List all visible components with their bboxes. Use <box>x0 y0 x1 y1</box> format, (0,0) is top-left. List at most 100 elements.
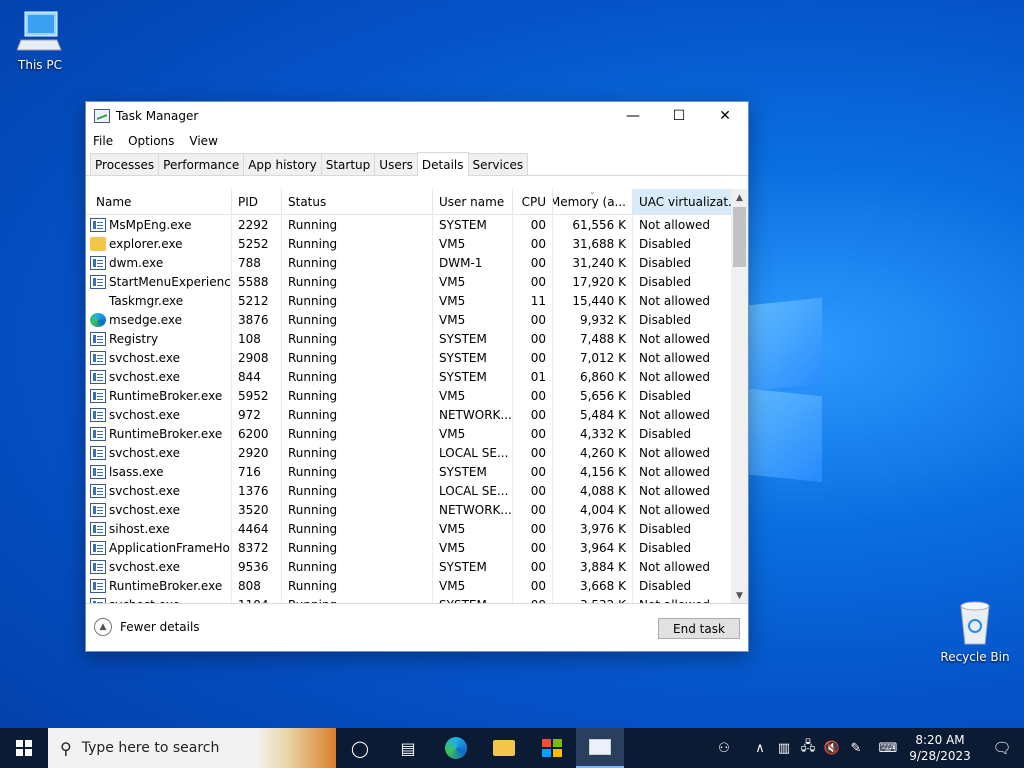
cell-uac-virtualization: Not allowed <box>639 464 711 479</box>
network-icon[interactable]: 🖧 <box>796 737 820 759</box>
taskbar-edge[interactable] <box>432 728 480 768</box>
column-header-pid[interactable]: PID <box>232 189 282 214</box>
table-row[interactable]: svchost.exe 2920 Running LOCAL SE... 00 4,260… <box>86 443 748 462</box>
clock[interactable]: 8:20 AM 9/28/2023 <box>900 732 980 764</box>
vertical-scrollbar[interactable]: ▲ ▼ <box>731 189 748 603</box>
desktop-icon-recycle-bin[interactable]: Recycle Bin <box>935 600 1015 664</box>
scroll-down-arrow-icon[interactable]: ▼ <box>731 587 748 603</box>
pen-icon[interactable]: ✎ <box>844 741 868 756</box>
service-icon <box>90 445 106 460</box>
cell-name: svchost.exe <box>86 557 232 576</box>
start-button[interactable] <box>0 728 48 768</box>
cell-user-name: DWM-1 <box>433 253 513 272</box>
table-row[interactable]: svchost.exe 9536 Running SYSTEM 00 3,884 K Not… <box>86 557 748 576</box>
table-row[interactable]: RuntimeBroker.exe 808 Running VM5 00 3,668 K D… <box>86 576 748 595</box>
people-icon[interactable]: ⚇ <box>712 741 736 756</box>
cell-user-name: SYSTEM <box>433 367 513 386</box>
table-row[interactable]: Taskmgr.exe 5212 Running VM5 11 15,440 K Not a… <box>86 291 748 310</box>
tab-app-history[interactable]: App history <box>243 153 322 175</box>
keyboard-icon[interactable]: ⌨ <box>876 741 900 756</box>
desktop-icon-this-pc[interactable]: This PC <box>0 10 80 72</box>
column-header-cpu[interactable]: CPU <box>513 189 553 214</box>
taskbar-file-explorer[interactable] <box>480 728 528 768</box>
clock-date: 9/28/2023 <box>909 749 971 763</box>
taskbar-store[interactable] <box>528 728 576 768</box>
table-row[interactable]: dwm.exe 788 Running DWM-1 00 31,240 K Disabled <box>86 253 748 272</box>
table-row[interactable]: explorer.exe 5252 Running VM5 00 31,688 K Disa… <box>86 234 748 253</box>
service-icon <box>90 388 106 403</box>
tab-performance[interactable]: Performance <box>158 153 245 175</box>
taskbar-search-box[interactable]: ⚲ Type here to search <box>48 728 336 768</box>
table-row[interactable]: RuntimeBroker.exe 5952 Running VM5 00 5,656 K… <box>86 386 748 405</box>
table-row[interactable]: svchost.exe 972 Running NETWORK... 00 5,484 K… <box>86 405 748 424</box>
title-bar[interactable]: Task Manager — ☐ ✕ <box>86 102 748 130</box>
cell-uac-virtualization: Not allowed <box>639 559 711 574</box>
cell-pid: 6200 <box>232 424 282 443</box>
table-row[interactable]: svchost.exe 2908 Running SYSTEM 00 7,012 K Not… <box>86 348 748 367</box>
table-row[interactable]: StartMenuExperienc... 5588 Running VM5 00 17,… <box>86 272 748 291</box>
tab-processes[interactable]: Processes <box>90 153 160 175</box>
maximize-button[interactable]: ☐ <box>656 102 702 130</box>
cell-status: Running <box>282 405 433 424</box>
cortana-button[interactable]: ◯ <box>336 728 384 768</box>
cell-memory: 4,332 K <box>553 424 633 443</box>
cell-pid: 5212 <box>232 291 282 310</box>
process-name: svchost.exe <box>109 369 180 384</box>
menu-options[interactable]: Options <box>128 134 174 148</box>
notification-icon[interactable]: 🗨 <box>980 739 1024 757</box>
cell-cpu: 00 <box>513 405 553 424</box>
cell-cpu: 00 <box>513 519 553 538</box>
cell-memory: 31,240 K <box>553 253 633 272</box>
table-row[interactable]: ApplicationFrameHo... 8372 Running VM5 00 3,9… <box>86 538 748 557</box>
tab-startup[interactable]: Startup <box>320 153 376 175</box>
volume-muted-icon[interactable]: 🔇 <box>820 741 844 756</box>
clock-time: 8:20 AM <box>915 733 965 747</box>
table-row[interactable]: svchost.exe 3520 Running NETWORK... 00 4,004 … <box>86 500 748 519</box>
tab-services[interactable]: Services <box>467 153 529 175</box>
table-row[interactable]: msedge.exe 3876 Running VM5 00 9,932 K Disable… <box>86 310 748 329</box>
tab-details[interactable]: Details <box>416 152 469 176</box>
tab-users[interactable]: Users <box>374 153 418 175</box>
service-icon <box>90 407 106 422</box>
menu-file[interactable]: File <box>93 134 113 148</box>
cell-status: Running <box>282 481 433 500</box>
menu-view[interactable]: View <box>189 134 217 148</box>
cell-uac-virtualization: Not allowed <box>639 217 711 232</box>
close-button[interactable]: ✕ <box>702 102 748 130</box>
column-header-status[interactable]: Status <box>282 189 433 214</box>
fewer-details-link[interactable]: ▲ Fewer details <box>94 618 200 636</box>
cell-status: Running <box>282 386 433 405</box>
cell-uac-virtualization: Not allowed <box>639 445 711 460</box>
column-header-name[interactable]: Name <box>86 189 232 214</box>
table-row[interactable]: RuntimeBroker.exe 6200 Running VM5 00 4,332 K… <box>86 424 748 443</box>
column-header-user-name[interactable]: User name <box>433 189 513 214</box>
task-view-button[interactable]: ▤ <box>384 728 432 768</box>
cell-cpu: 00 <box>513 462 553 481</box>
task-manager-icon <box>94 109 110 123</box>
cell-name: msedge.exe <box>86 310 232 329</box>
store-icon <box>542 739 562 757</box>
windows-wallpaper-logo <box>740 280 830 483</box>
table-row[interactable]: svchost.exe 1376 Running LOCAL SE... 00 4,088… <box>86 481 748 500</box>
device-icon[interactable]: ▥ <box>772 741 796 756</box>
service-icon <box>90 217 106 232</box>
cell-cpu: 01 <box>513 367 553 386</box>
taskbar-task-manager[interactable] <box>576 728 624 768</box>
end-task-button[interactable]: End task <box>658 618 740 639</box>
table-row[interactable]: MsMpEng.exe 2292 Running SYSTEM 00 61,556 K No… <box>86 215 748 234</box>
cell-user-name: VM5 <box>433 424 513 443</box>
table-row[interactable]: lsass.exe 716 Running SYSTEM 00 4,156 K Not al… <box>86 462 748 481</box>
minimize-button[interactable]: — <box>610 102 656 130</box>
table-row[interactable]: svchost.exe 844 Running SYSTEM 01 6,860 K Not … <box>86 367 748 386</box>
chevron-up-icon: ▲ <box>94 618 112 636</box>
details-table: ⌄ Name PID Status User name CPU Memory (… <box>86 189 748 604</box>
table-row[interactable]: Registry 108 Running SYSTEM 00 7,488 K Not all… <box>86 329 748 348</box>
cell-name: dwm.exe <box>86 253 232 272</box>
column-header-uac-virtualization[interactable]: UAC virtualizat... <box>633 189 735 214</box>
table-row[interactable]: sihost.exe 4464 Running VM5 00 3,976 K Disable… <box>86 519 748 538</box>
folder-icon <box>493 740 515 756</box>
scroll-up-arrow-icon[interactable]: ▲ <box>731 189 748 206</box>
scrollbar-thumb[interactable] <box>733 207 746 267</box>
cell-name: StartMenuExperienc... <box>86 272 232 291</box>
chevron-up-icon[interactable]: ∧ <box>748 741 772 756</box>
